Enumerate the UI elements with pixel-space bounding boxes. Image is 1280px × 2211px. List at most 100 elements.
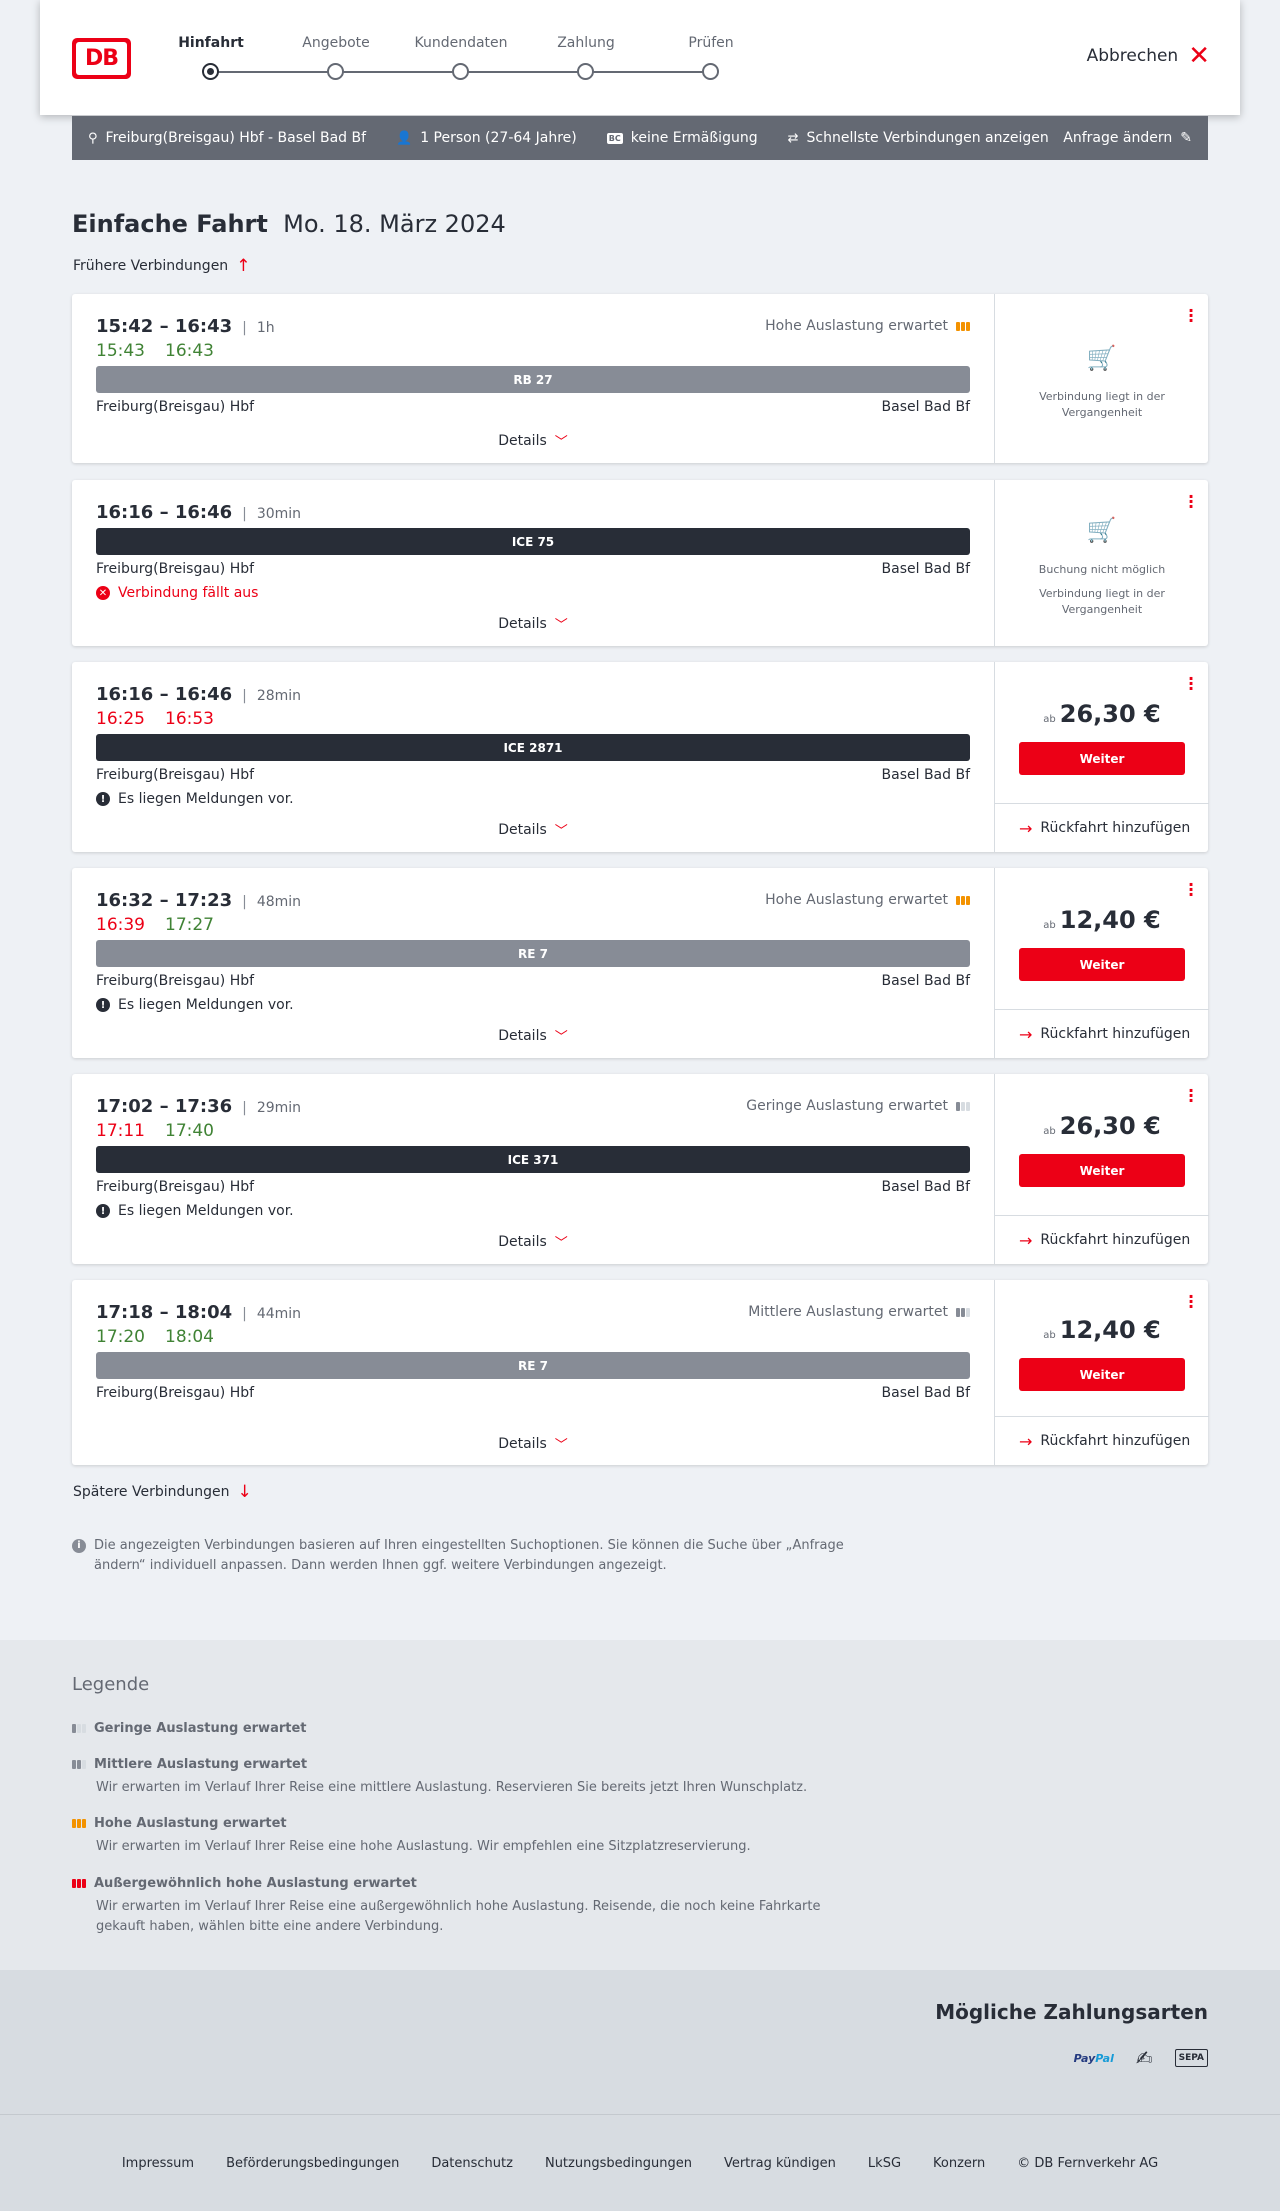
arrow-right-icon: → (1019, 1230, 1033, 1250)
connection-card: 16:16 – 16:46 | 30min ICE 75 Freiburg(Brei… (72, 480, 1208, 646)
footer-link-vertrag-kuendigen[interactable]: Vertrag kündigen (724, 2156, 836, 2171)
payment-methods: Mögliche Zahlungsarten PayPal ✍ SEPA (0, 1970, 1280, 2114)
train-bar[interactable]: ICE 2871 (96, 734, 970, 761)
connection-card: 17:18 – 18:04 | 44min 17:20 18:04 Mittlere … (72, 1280, 1209, 1465)
more-options-icon[interactable]: · · · (1188, 1083, 1194, 1109)
connection-times: 16:16 – 16:46 | 28min (96, 684, 302, 705)
price: ab 12,40 € (1043, 1316, 1161, 1344)
more-options-icon[interactable]: · · · (1188, 1289, 1194, 1315)
footer-link-nutzungsbedingungen[interactable]: Nutzungsbedingungen (545, 2156, 692, 2171)
occupancy-high-icon (956, 895, 970, 905)
price: ab 12,40 € (1043, 906, 1161, 934)
details-toggle[interactable]: Details ﹀ (72, 1026, 994, 1046)
exclamation-icon: ! (96, 1204, 110, 1218)
more-options-icon[interactable]: · · · (1188, 877, 1194, 903)
footer-link-impressum[interactable]: Impressum (122, 2156, 194, 2171)
weiter-button[interactable]: Weiter (1019, 742, 1185, 775)
footer-copyright: © DB Fernverkehr AG (1017, 2155, 1159, 2171)
realtime-times: 16:39 17:27 (96, 915, 214, 935)
more-options-icon[interactable]: · · · (1188, 303, 1194, 329)
legend-item-medium: Mittlere Auslastung erwartet Wir erwarte… (72, 1757, 832, 1798)
more-options-icon[interactable]: · · · (1188, 671, 1194, 697)
db-logo[interactable]: DB (72, 38, 131, 79)
legend-item-high: Hohe Auslastung erwartet Wir erwarten im… (72, 1816, 832, 1857)
step-label-pruefen: Prüfen (688, 35, 734, 51)
realtime-times: 16:25 16:53 (96, 709, 214, 729)
header: DB Hinfahrt Angebote Kundendaten Zahlung… (40, 0, 1240, 115)
connection-card: 16:32 – 17:23 | 48min 16:39 17:27 Hohe Ausl… (72, 868, 1209, 1058)
edit-pencil-icon: ✎ (1180, 130, 1192, 146)
query-bar: ⚲ Freiburg(Breisgau) Hbf - Basel Bad Bf … (72, 116, 1208, 160)
step-dot-hinfahrt (202, 63, 219, 80)
train-bar[interactable]: RB 27 (96, 366, 970, 393)
connection-times: 17:18 – 18:04 | 44min (96, 1302, 302, 1323)
more-options-icon[interactable]: · · · (1188, 489, 1194, 515)
add-return-button[interactable]: → Rückfahrt hinzufügen (995, 1215, 1209, 1264)
payment-title: Mögliche Zahlungsarten (935, 2000, 1208, 2024)
earlier-connections-link[interactable]: Frühere Verbindungen ↑ (73, 256, 250, 276)
step-label-kundendaten: Kundendaten (414, 35, 508, 51)
status-text: Verbindung liegt in der Vergangenheit (1039, 390, 1165, 419)
cancel-circle-icon: ✕ (96, 586, 110, 600)
details-toggle[interactable]: Details ﹀ (72, 1232, 994, 1252)
realtime-times: 17:11 17:40 (96, 1121, 214, 1141)
occupancy-medium-icon (956, 1307, 970, 1317)
chevron-down-icon: ﹀ (554, 824, 568, 839)
add-return-button[interactable]: → Rückfahrt hinzufügen (995, 1416, 1209, 1465)
weiter-button[interactable]: Weiter (1019, 1154, 1185, 1187)
details-toggle[interactable]: Details ﹀ (72, 431, 994, 451)
train-bar[interactable]: ICE 371 (96, 1146, 970, 1173)
stations: Freiburg(Breisgau) Hbf Basel Bad Bf (96, 767, 970, 783)
stations: Freiburg(Breisgau) Hbf Basel Bad Bf (96, 1385, 970, 1401)
cancel-button[interactable]: Abbrechen ✕ (1087, 41, 1210, 71)
notice-message: ! Es liegen Meldungen vor. (96, 1203, 294, 1219)
status-text: Buchung nicht möglich (1038, 563, 1166, 576)
step-dot-zahlung (577, 63, 594, 80)
details-toggle[interactable]: Details ﹀ (72, 614, 994, 634)
later-connections-link[interactable]: Spätere Verbindungen ↓ (73, 1482, 252, 1502)
stations: Freiburg(Breisgau) Hbf Basel Bad Bf (96, 973, 970, 989)
train-bar[interactable]: RE 7 (96, 940, 970, 967)
footer: Impressum Beförderungsbedingungen Datens… (0, 2114, 1280, 2211)
arrow-right-icon: → (1019, 818, 1033, 838)
price: ab 26,30 € (1043, 1112, 1161, 1140)
details-toggle[interactable]: Details ﹀ (72, 820, 994, 840)
stations: Freiburg(Breisgau) Hbf Basel Bad Bf (96, 399, 970, 415)
paypal-icon: PayPal (1073, 2051, 1114, 2065)
weiter-button[interactable]: Weiter (1019, 948, 1185, 981)
add-return-button[interactable]: → Rückfahrt hinzufügen (995, 803, 1209, 852)
details-toggle[interactable]: Details ﹀ (72, 1434, 994, 1454)
chevron-down-icon: ﹀ (554, 1438, 568, 1453)
chevron-down-icon: ﹀ (554, 1030, 568, 1045)
query-passengers: 👤 1 Person (27-64 Jahre) (396, 130, 577, 146)
arrow-right-icon: → (1019, 1431, 1033, 1451)
change-request-button[interactable]: Anfrage ändern ✎ (1063, 130, 1192, 146)
occupancy-indicator: Hohe Auslastung erwartet (765, 892, 970, 908)
info-icon: i (72, 1539, 86, 1553)
add-return-button[interactable]: → Rückfahrt hinzufügen (995, 1009, 1209, 1058)
train-bar[interactable]: RE 7 (96, 1352, 970, 1379)
legend-item-very-high: Außergewöhnlich hohe Auslastung erwartet… (72, 1876, 832, 1937)
step-label-hinfahrt: Hinfahrt (178, 35, 244, 51)
footer-link-datenschutz[interactable]: Datenschutz (431, 2156, 513, 2171)
footer-link-lksg[interactable]: LkSG (868, 2156, 901, 2171)
occupancy-low-icon (956, 1101, 970, 1111)
query-option: ⇄ Schnellste Verbindungen anzeigen (787, 130, 1049, 146)
legend: Legende Geringe Auslastung erwartet Mitt… (0, 1640, 1280, 1970)
realtime-times: 17:20 18:04 (96, 1327, 214, 1347)
train-bar[interactable]: ICE 75 (96, 528, 970, 555)
credit-card-hand-icon: ✍ (1135, 2046, 1153, 2070)
legend-title: Legende (72, 1674, 150, 1695)
close-icon: ✕ (1188, 41, 1210, 71)
stations: Freiburg(Breisgau) Hbf Basel Bad Bf (96, 1179, 970, 1195)
location-pin-icon: ⚲ (88, 130, 98, 146)
query-discount: BC keine Ermäßigung (606, 130, 758, 146)
connection-card: 15:42 – 16:43 | 1h 15:43 16:43 Hohe Auslast… (72, 294, 1208, 463)
footer-link-konzern[interactable]: Konzern (933, 2156, 985, 2171)
weiter-button[interactable]: Weiter (1019, 1358, 1185, 1391)
footer-link-befoerderungsbedingungen[interactable]: Beförderungsbedingungen (226, 2156, 399, 2171)
occupancy-high-icon (72, 1819, 86, 1828)
occupancy-very-high-icon (72, 1879, 86, 1888)
connection-times: 17:02 – 17:36 | 29min (96, 1096, 302, 1117)
price: ab 26,30 € (1043, 700, 1161, 728)
